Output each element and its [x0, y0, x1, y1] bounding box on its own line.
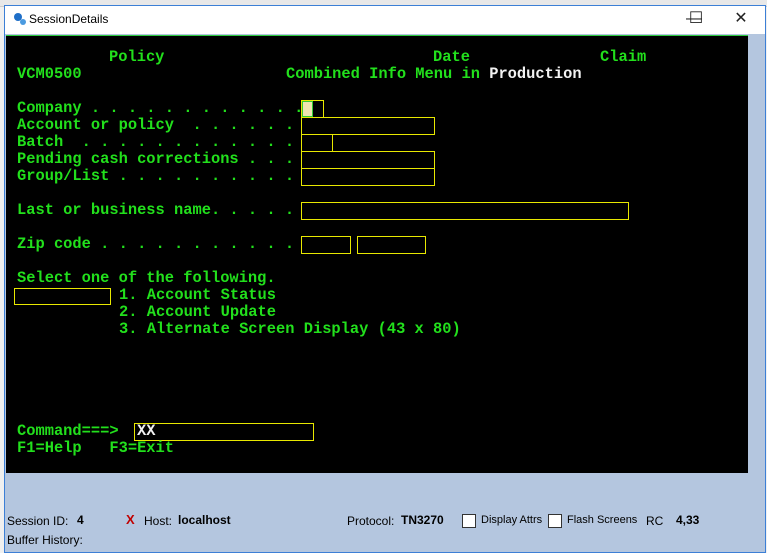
environment-name: Production: [489, 65, 582, 83]
session-id: 4: [77, 513, 84, 527]
screen-title: Combined Info Menu in Production: [286, 66, 582, 83]
option-account-update: 2. Account Update: [119, 303, 277, 321]
last-name-field[interactable]: [301, 202, 629, 220]
screen-title-text: Combined Info Menu in: [286, 65, 490, 83]
batch-field[interactable]: [301, 134, 333, 152]
flash-screens-label: Flash Screens: [567, 514, 638, 526]
account-label: Account or policy . . . . . .: [17, 116, 295, 134]
zip-field-2[interactable]: [357, 236, 426, 254]
company-label: Company . . . . . . . . . . . .: [17, 99, 304, 117]
maximize-button[interactable]: ☐: [674, 6, 718, 34]
x-icon: X: [126, 512, 135, 527]
host-label: Host:: [144, 514, 173, 528]
display-attrs-label: Display Attrs: [481, 514, 543, 526]
rc-value: 4,33: [676, 513, 700, 527]
option-alternate-display: 3. Alternate Screen Display (43 x 80): [119, 320, 461, 338]
session-id-label: Session ID:: [7, 514, 69, 528]
policy-header: Policy: [109, 48, 165, 66]
batch-label: Batch . . . . . . . . . . . .: [17, 133, 295, 151]
terminal-screen[interactable]: Policy Date Claim VCM0500 Combined Info …: [6, 35, 748, 473]
zip-field-1[interactable]: [301, 236, 351, 254]
protocol: TN3270: [401, 513, 444, 527]
function-keys: F1=Help F3=Exit: [17, 439, 175, 457]
protocol-label: Protocol:: [347, 514, 395, 528]
last-name-label: Last or business name. . . . .: [17, 201, 295, 219]
app-icon: [14, 13, 26, 25]
display-attrs-checkbox[interactable]: [462, 514, 476, 528]
flash-screens-checkbox[interactable]: [548, 514, 562, 528]
zip-label: Zip code . . . . . . . . . . .: [17, 235, 295, 253]
title-bar: SessionDetails — ☐ ✕: [5, 6, 765, 34]
pending-cash-label: Pending cash corrections . . .: [17, 150, 295, 168]
cursor: [302, 101, 313, 117]
screen-id: VCM0500: [17, 65, 82, 83]
close-button[interactable]: ✕: [719, 6, 763, 34]
host: localhost: [178, 513, 231, 527]
rc-label: RC: [646, 514, 664, 528]
select-prompt: Select one of the following.: [17, 269, 276, 287]
pending-cash-field[interactable]: [301, 151, 435, 169]
group-list-field[interactable]: [301, 168, 435, 186]
buffer-history-label: Buffer History:: [7, 533, 83, 547]
date-header: Date: [433, 48, 470, 66]
claim-header: Claim: [600, 48, 647, 66]
selection-field[interactable]: [14, 288, 111, 305]
window-title: SessionDetails: [29, 12, 109, 26]
command-value: XX: [137, 422, 156, 440]
command-label: Command===>: [17, 422, 119, 440]
account-field[interactable]: [301, 117, 435, 135]
group-list-label: Group/List . . . . . . . . . .: [17, 167, 295, 185]
session-details-window: SessionDetails — ☐ ✕ Policy Date Claim V…: [4, 5, 766, 553]
option-account-status: 1. Account Status: [119, 286, 277, 304]
